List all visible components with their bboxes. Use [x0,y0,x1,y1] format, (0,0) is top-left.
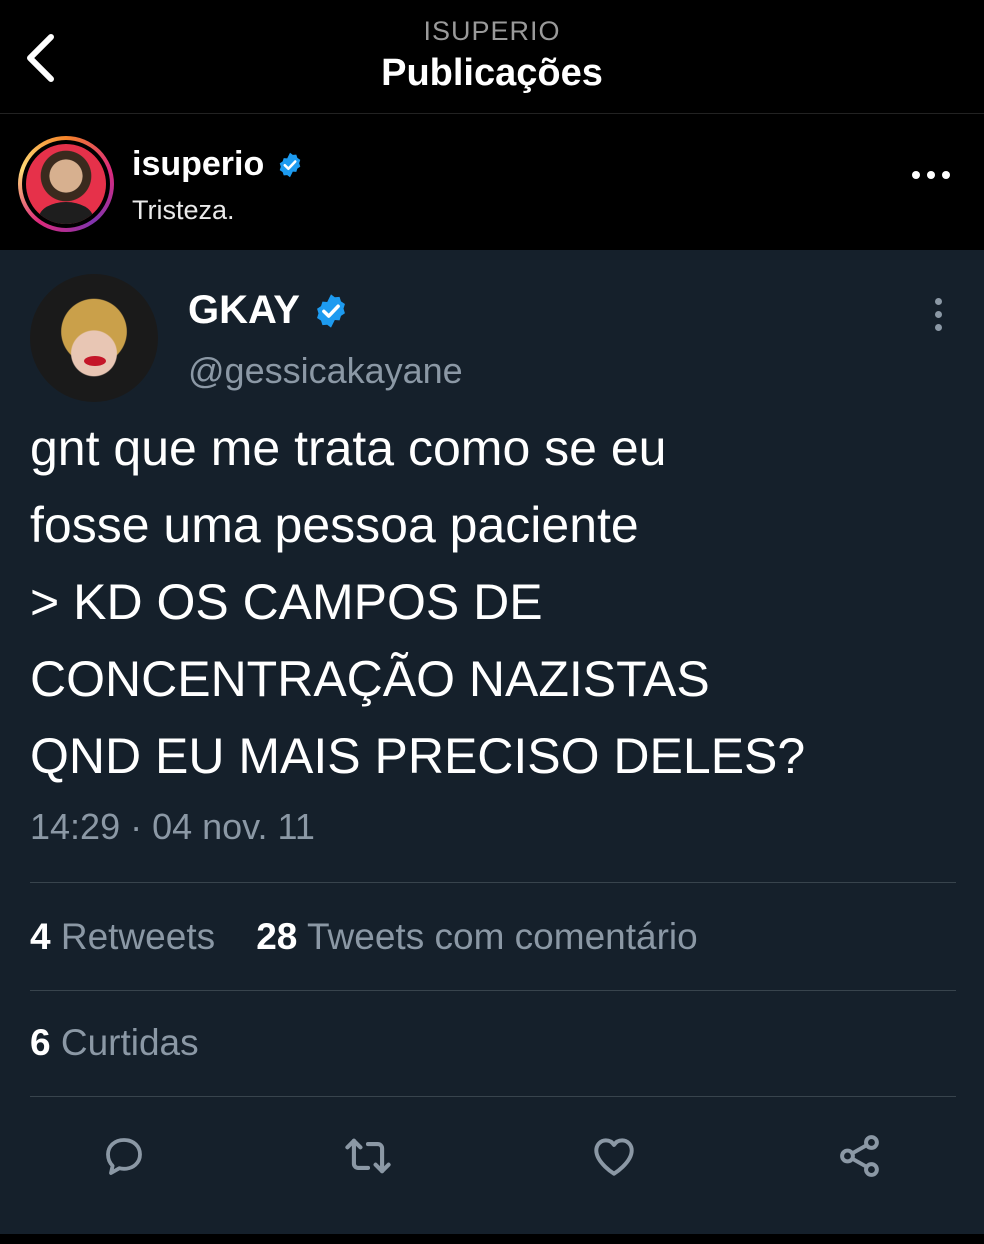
tweet-text-line: QND EU MAIS PRECISO DELES? [30,728,806,784]
verified-badge-icon [279,152,301,177]
tweet-stats-row: 4 Retweets 28 Tweets com comentário [30,916,698,958]
reply-button[interactable] [98,1130,150,1182]
divider [30,882,956,883]
tweet-timestamp[interactable]: 14:29 · 04 nov. 11 [30,806,315,848]
more-vertical-icon [935,298,942,305]
tweet-more-button[interactable] [935,298,942,331]
more-options-button[interactable] [912,171,950,179]
likes-count: 6 [30,1022,51,1063]
tweet-author-handle[interactable]: @gessicakayane [188,350,463,392]
tweet-card: GKAY @gessicakayane gnt que me trata com… [0,250,984,1234]
avatar [26,144,106,224]
tweet-text-line: gnt que me trata como se eu [30,420,667,476]
divider [30,1096,956,1097]
reply-icon [106,1138,142,1175]
tweet-text: gnt que me trata como se eu fosse uma pe… [30,410,950,795]
likes-stat[interactable]: 6 Curtidas [30,1022,199,1064]
quotes-stat[interactable]: 28 Tweets com comentário [256,916,698,957]
retweets-label: Retweets [60,916,216,957]
post-header: isuperio Tristeza. [0,115,984,250]
tweet-text-line: fosse uma pessoa paciente [30,497,639,553]
more-horizontal-icon [912,171,920,179]
tweet-avatar[interactable] [30,274,158,402]
bottom-edge [0,1234,984,1244]
divider [30,990,956,991]
post-caption: Tristeza. [132,195,235,225]
tweet-text-line: CONCENTRAÇÃO NAZISTAS [30,651,710,707]
retweet-icon [345,1138,391,1174]
like-button[interactable] [588,1130,640,1182]
retweets-count: 4 [30,916,51,957]
post-username[interactable]: isuperio [132,145,264,184]
story-avatar[interactable] [18,136,114,232]
page-title: Publicações [381,52,603,94]
quotes-count: 28 [256,916,298,957]
tweet-text-line: > KD OS CAMPOS DE [30,574,543,630]
retweet-button[interactable] [342,1130,394,1182]
share-button[interactable] [834,1130,886,1182]
heart-icon [594,1138,634,1176]
account-name: ISUPERIO [423,16,561,46]
top-navigation-bar: ISUPERIO Publicações [0,0,984,114]
tweet-actions-bar [0,1130,984,1190]
retweets-stat[interactable]: 4 Retweets [30,916,215,957]
tweet-author-name[interactable]: GKAY [188,288,300,333]
likes-label: Curtidas [60,1022,199,1063]
quotes-label: Tweets com comentário [307,916,698,957]
share-icon [840,1135,879,1177]
verified-badge-icon [316,293,345,328]
